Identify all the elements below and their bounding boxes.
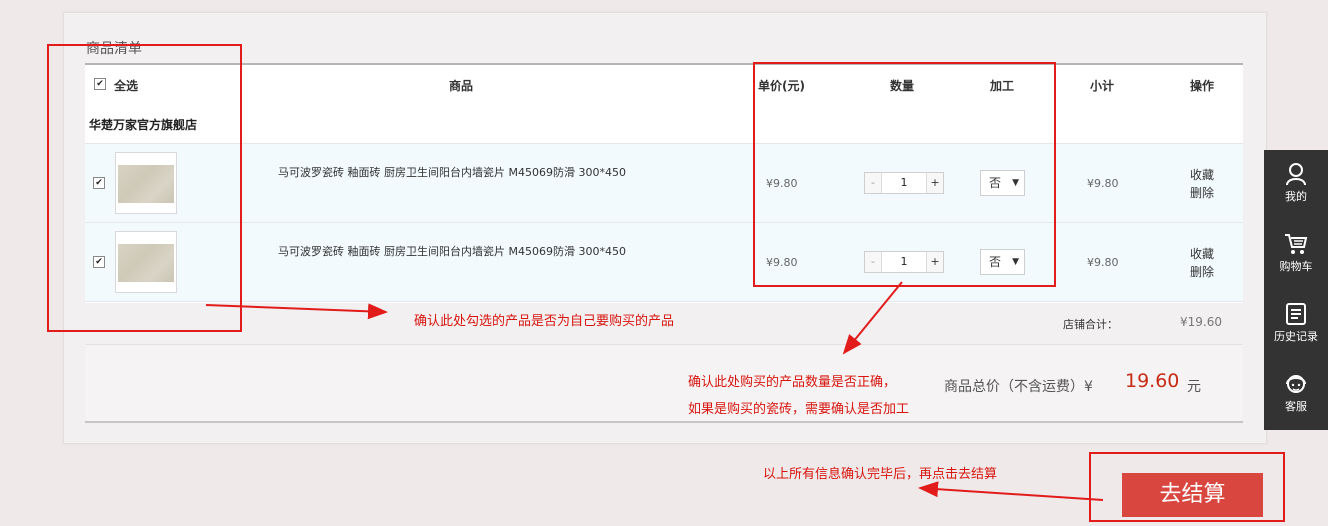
arrow-1	[205, 303, 388, 320]
annotation-note-checkout: 以上所有信息确认完毕后，再点击去结算	[763, 467, 998, 482]
annotation-arrows	[205, 281, 1104, 501]
annotation-note-quantity-2: 如果是购买的瓷砖，需要确认是否加工	[688, 402, 910, 417]
arrow-3	[918, 481, 1104, 501]
annotation-note-selection: 确认此处勾选的产品是否为自己要购买的产品	[414, 314, 675, 329]
annotation-note-quantity-1: 确认此处购买的产品数量是否正确，	[688, 375, 897, 390]
arrow-2	[842, 281, 903, 355]
